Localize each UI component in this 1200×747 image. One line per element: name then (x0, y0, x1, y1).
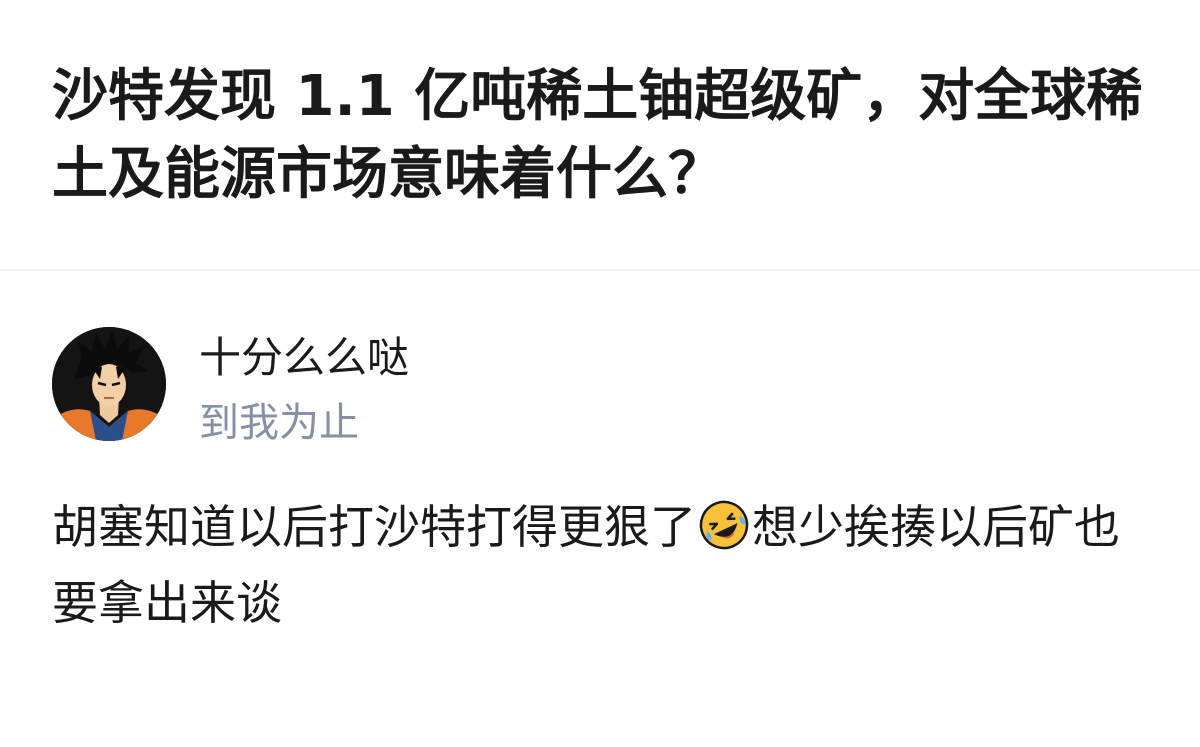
answer-text-part-1: 胡塞知道以后打沙特打得更狠了 (52, 500, 696, 554)
question-title[interactable]: 沙特发现 1.1 亿吨稀土铀超级矿，对全球稀土及能源市场意味着什么？ (52, 58, 1152, 214)
author-bio: 到我为止 (199, 400, 359, 446)
rolling-on-floor-laughing-emoji-icon (698, 497, 750, 550)
author-avatar[interactable] (52, 327, 166, 441)
answer-content: 胡塞知道以后打沙特打得更狠了 想少挨揍以后矿也要拿出来谈 (52, 489, 1162, 641)
header-divider (0, 269, 1200, 271)
anime-character-avatar-icon (52, 327, 166, 441)
author-name[interactable]: 十分么么哒 (199, 330, 409, 386)
